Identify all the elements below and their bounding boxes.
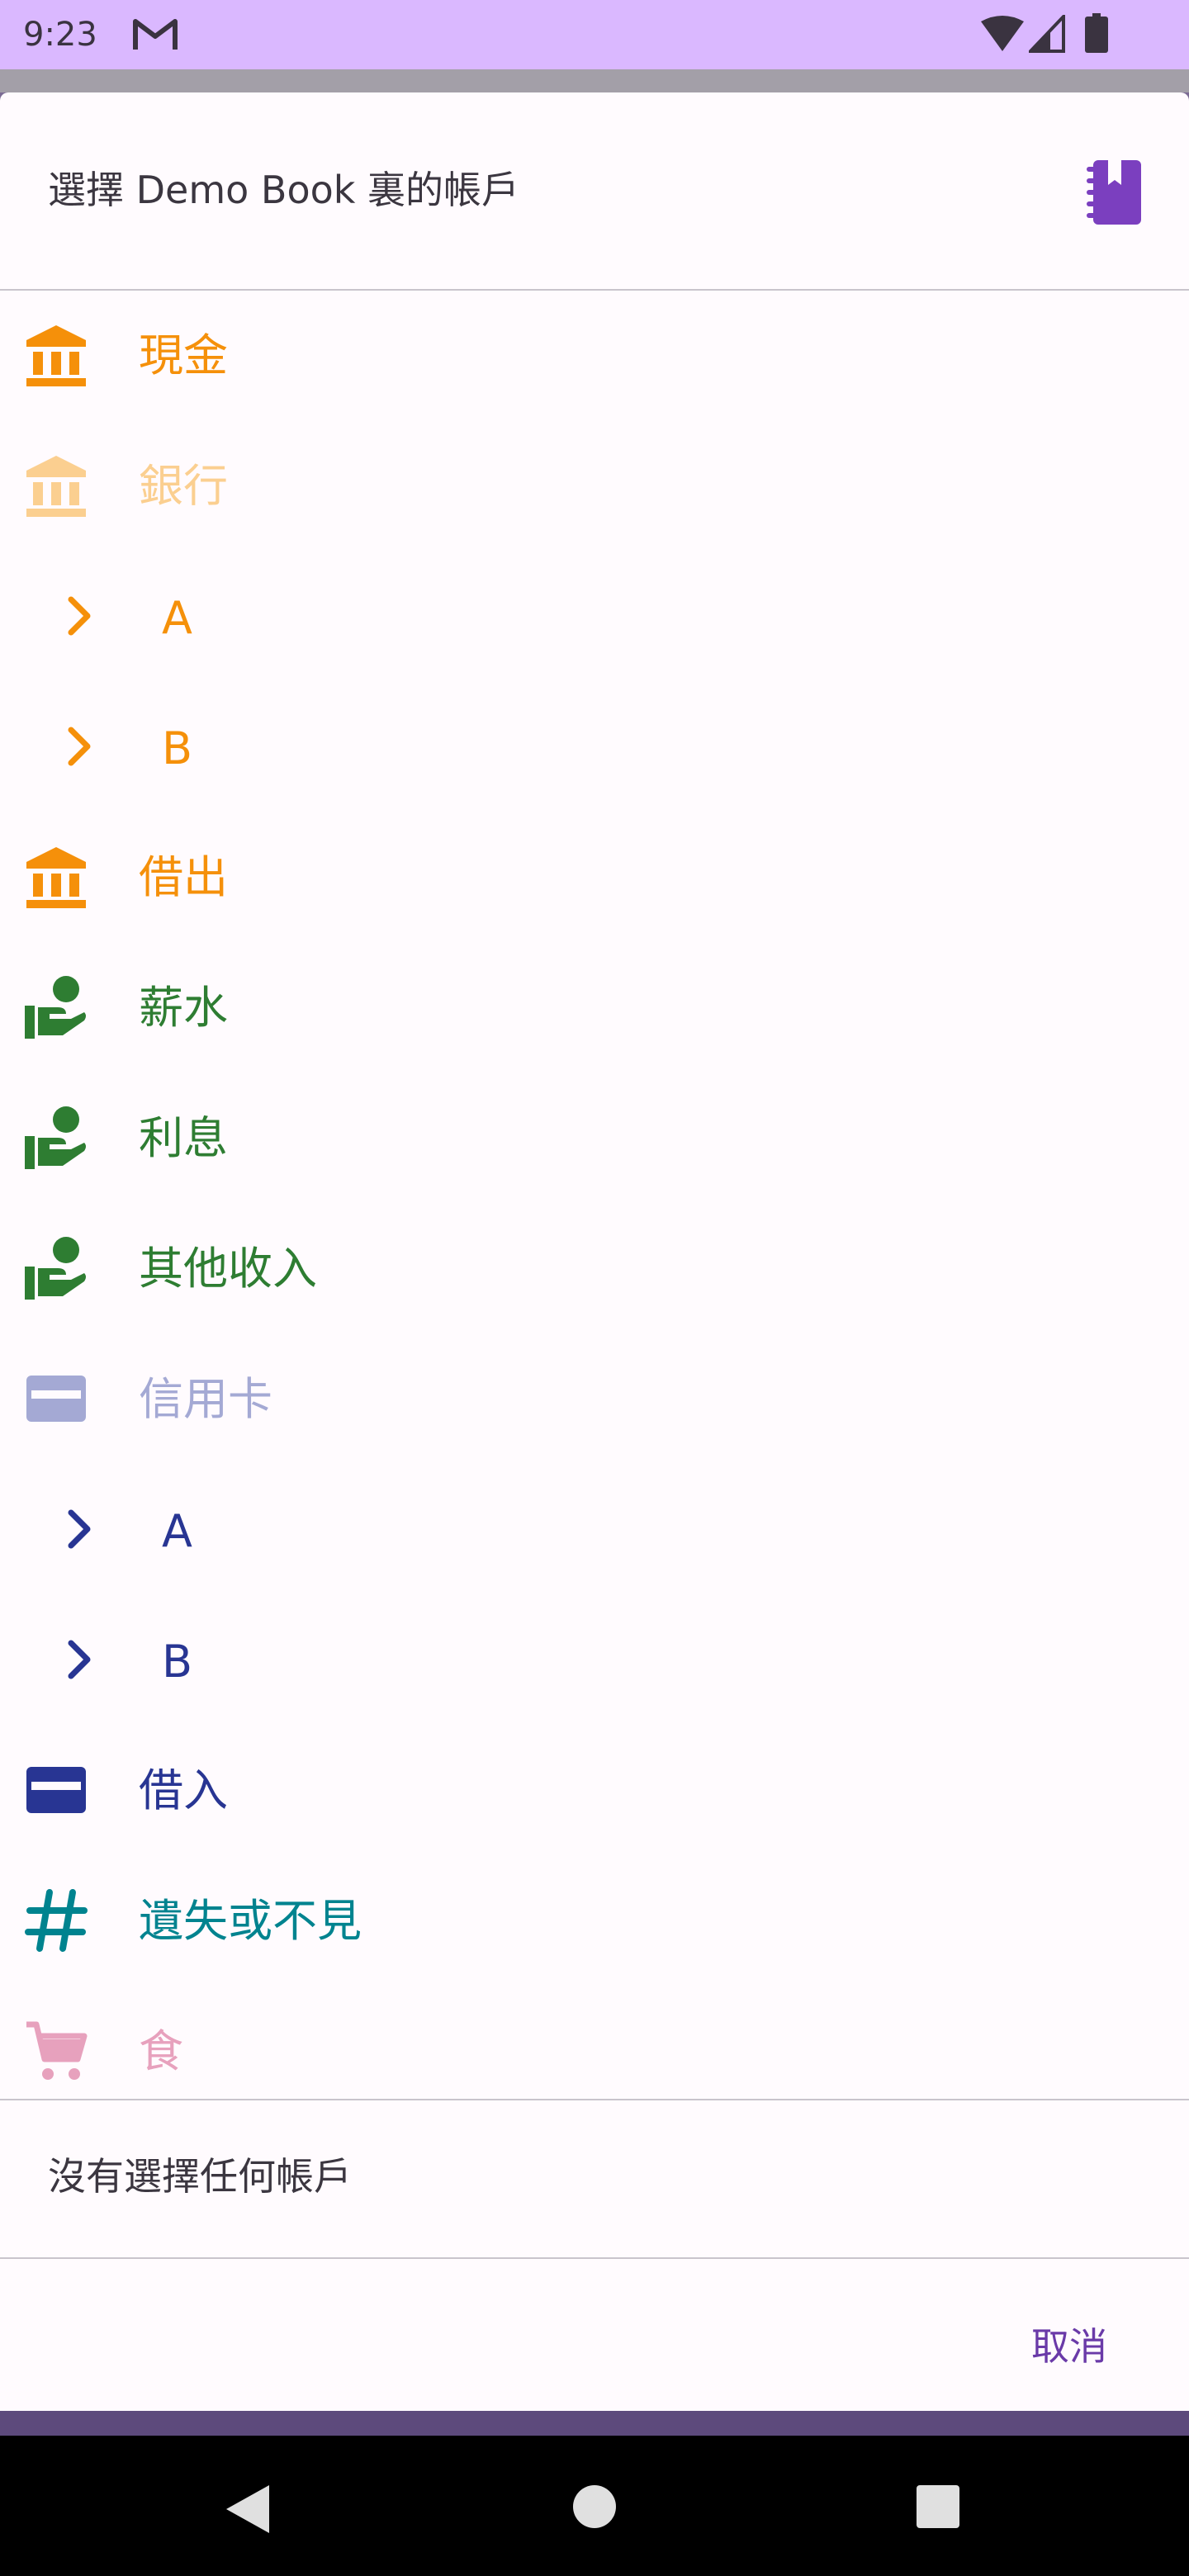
account-item[interactable]: 銀行 bbox=[0, 421, 1189, 552]
status-time: 9:23 bbox=[23, 16, 97, 54]
account-label: A bbox=[162, 592, 192, 644]
account-item[interactable]: 遺失或不見 bbox=[0, 1856, 1189, 1986]
account-label: B bbox=[162, 1636, 193, 1688]
account-label: A bbox=[162, 1505, 192, 1557]
credit-card-icon bbox=[26, 1376, 86, 1422]
account-label: 其他收入 bbox=[139, 1243, 317, 1295]
no-account-label: 沒有選擇任何帳戶 bbox=[48, 2154, 352, 2199]
home-icon[interactable] bbox=[571, 2484, 618, 2530]
navigation-bar bbox=[0, 2436, 1189, 2576]
hand-coin-icon bbox=[25, 1106, 86, 1169]
hand-coin-icon bbox=[25, 976, 86, 1039]
dialog-title: 選擇 Demo Book 裏的帳戶 bbox=[48, 168, 520, 212]
account-item[interactable]: 現金 bbox=[0, 291, 1189, 421]
dialog-header: 選擇 Demo Book 裏的帳戶 bbox=[0, 92, 1189, 289]
account-label: 借入 bbox=[139, 1764, 228, 1816]
book-icon[interactable] bbox=[1087, 160, 1141, 225]
hand-coin-icon bbox=[25, 1237, 86, 1300]
account-picker-dialog: 選擇 Demo Book 裏的帳戶 現金 銀行 A B 借出 薪水 利息 其他收… bbox=[0, 92, 1189, 2411]
back-icon[interactable] bbox=[223, 2482, 272, 2536]
account-item[interactable]: A bbox=[0, 552, 1189, 682]
account-item[interactable]: 借出 bbox=[0, 812, 1189, 943]
bank-icon bbox=[26, 456, 86, 517]
account-item[interactable]: 信用卡 bbox=[0, 1334, 1189, 1465]
chevron-right-icon bbox=[68, 727, 91, 766]
account-label: 借出 bbox=[139, 851, 228, 903]
wifi-icon bbox=[981, 16, 1024, 51]
account-item[interactable]: 其他收入 bbox=[0, 1204, 1189, 1334]
shopping-cart-icon bbox=[26, 2021, 88, 2080]
status-bar: 9:23 bbox=[0, 0, 1189, 69]
battery-icon bbox=[1085, 13, 1108, 53]
recents-icon[interactable] bbox=[915, 2484, 961, 2530]
account-label: 銀行 bbox=[139, 460, 228, 512]
scrim[interactable] bbox=[0, 69, 1189, 92]
no-account-option[interactable]: 沒有選擇任何帳戶 bbox=[0, 2100, 1189, 2257]
account-item[interactable]: A bbox=[0, 1465, 1189, 1595]
account-item[interactable]: 借入 bbox=[0, 1726, 1189, 1856]
account-item[interactable]: B bbox=[0, 682, 1189, 812]
account-label: 食 bbox=[139, 2025, 183, 2077]
account-label: 現金 bbox=[139, 329, 228, 381]
footer-divider bbox=[0, 2257, 1189, 2259]
chevron-right-icon bbox=[68, 1640, 91, 1679]
account-item[interactable]: 薪水 bbox=[0, 943, 1189, 1073]
signal-icon bbox=[1029, 15, 1065, 53]
account-item[interactable]: 利息 bbox=[0, 1073, 1189, 1204]
account-label: B bbox=[162, 722, 193, 774]
cancel-button[interactable]: 取消 bbox=[1007, 2313, 1131, 2379]
gmail-icon bbox=[133, 19, 178, 50]
scrim[interactable] bbox=[0, 2411, 1189, 2436]
account-label: 薪水 bbox=[139, 982, 228, 1034]
chevron-right-icon bbox=[68, 1509, 91, 1549]
bank-icon bbox=[26, 847, 86, 908]
account-list[interactable]: 現金 銀行 A B 借出 薪水 利息 其他收入 信用卡 A B 借入 遺失或不見… bbox=[0, 291, 1189, 2099]
account-item[interactable]: B bbox=[0, 1595, 1189, 1726]
hash-icon bbox=[25, 1889, 88, 1952]
account-label: 遺失或不見 bbox=[139, 1895, 362, 1947]
credit-card-icon bbox=[26, 1767, 86, 1813]
bank-icon bbox=[26, 325, 86, 386]
account-item[interactable]: 食 bbox=[0, 1986, 1189, 2099]
account-label: 信用卡 bbox=[139, 1373, 272, 1425]
account-label: 利息 bbox=[139, 1112, 228, 1164]
chevron-right-icon bbox=[68, 596, 91, 636]
